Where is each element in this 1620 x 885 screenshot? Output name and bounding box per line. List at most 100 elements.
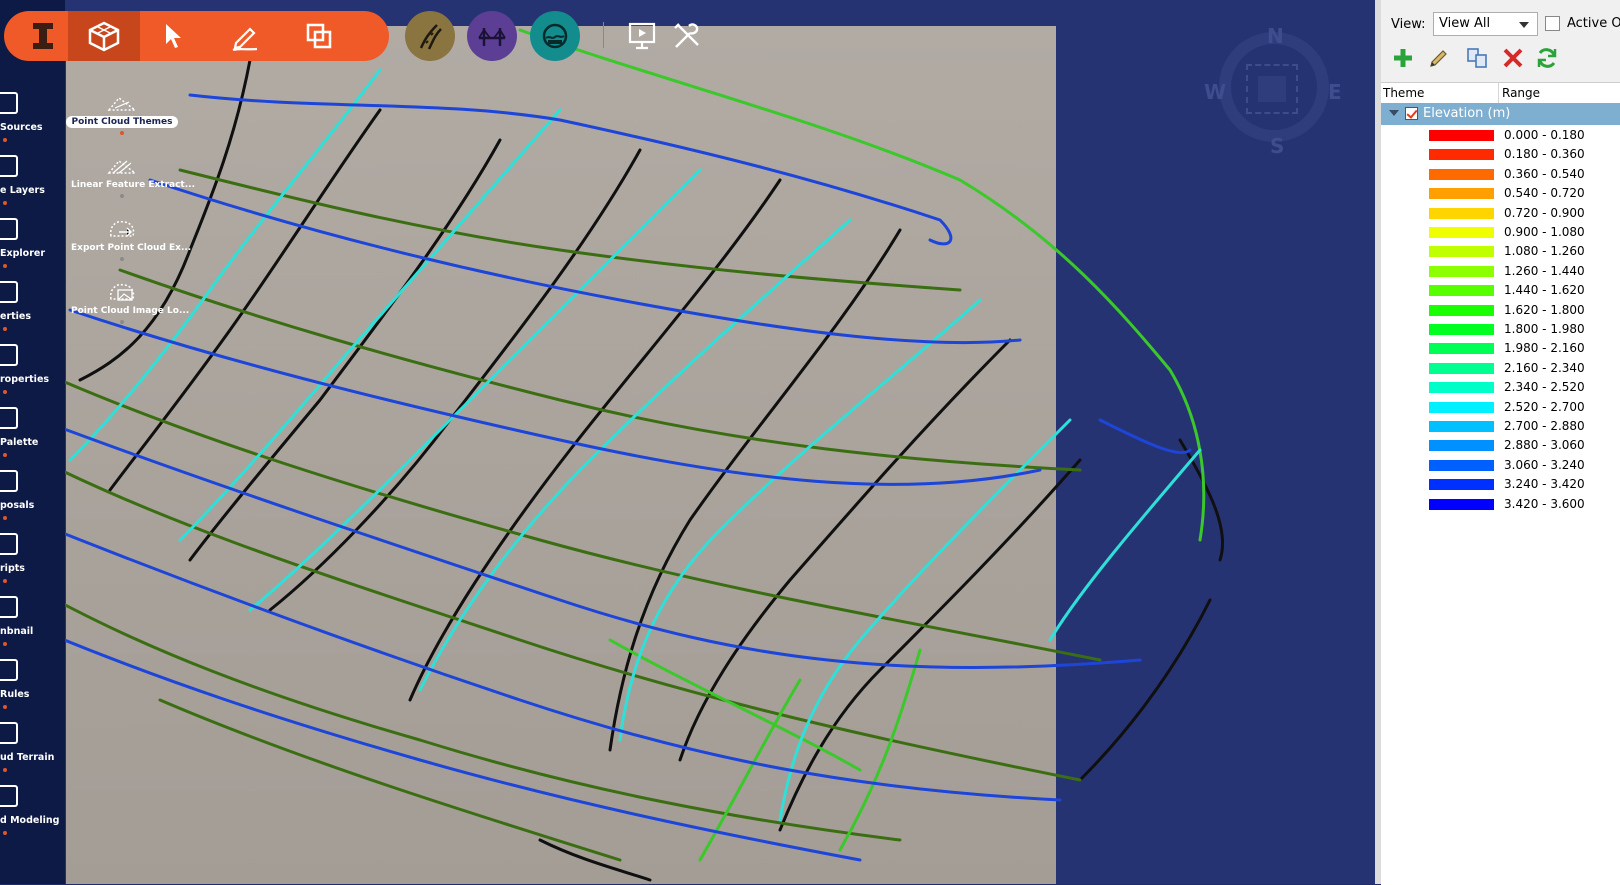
edit-theme-button[interactable]	[1425, 44, 1453, 72]
point-cloud-themes-icon	[107, 96, 138, 111]
plus-icon	[1394, 49, 1412, 67]
indicator-dot	[3, 831, 7, 835]
point-cloud-theme-panel: View: View All Active Onl Theme Range	[1375, 0, 1620, 885]
3d-viewport[interactable]: Sources e Layers Explorer erties roperti…	[0, 0, 1375, 884]
infraworks-logo-icon[interactable]	[18, 11, 68, 61]
legend-range-label: 3.060 - 3.240	[1504, 457, 1585, 472]
indicator-dot	[3, 264, 7, 268]
indicator-dot	[3, 516, 7, 520]
active-only-label: Active Onl	[1567, 16, 1620, 31]
legend-row[interactable]: 3.420 - 3.600	[1381, 495, 1620, 514]
legend-row[interactable]: 0.000 - 0.180	[1381, 126, 1620, 145]
legend-row[interactable]: 3.060 - 3.240	[1381, 456, 1620, 475]
presentation-icon[interactable]	[625, 18, 659, 54]
drainage-design-icon[interactable]	[530, 11, 580, 61]
tool-point-cloud-themes[interactable]: Point Cloud Themes	[66, 88, 178, 135]
thumbnail-icon	[0, 596, 18, 618]
bridge-design-icon[interactable]	[467, 11, 517, 61]
indicator-dot	[3, 768, 7, 772]
chevron-down-icon	[1519, 22, 1529, 28]
delete-x-icon	[1503, 48, 1523, 68]
elevation-theme-checkbox[interactable]	[1405, 107, 1418, 120]
tool-point-cloud-image-lo[interactable]: Point Cloud Image Lo...	[66, 277, 189, 324]
settings-tools-icon[interactable]	[670, 18, 704, 54]
legend-swatch	[1429, 285, 1494, 297]
copy-theme-button[interactable]	[1463, 44, 1491, 72]
legend-range-label: 1.260 - 1.440	[1504, 263, 1585, 278]
tool-export-point-cloud[interactable]: Export Point Cloud Ex...	[66, 214, 191, 261]
navigation-compass[interactable]: N S E W	[1204, 24, 1344, 158]
main-toolbar	[4, 11, 389, 61]
point-cloud-image-icon	[109, 283, 135, 301]
elevation-theme-row[interactable]: Elevation (m)	[1381, 103, 1620, 125]
indicator-dot	[3, 579, 7, 583]
legend-row[interactable]: 1.980 - 2.160	[1381, 339, 1620, 358]
pencil-icon	[1430, 50, 1447, 67]
legend-row[interactable]: 2.520 - 2.700	[1381, 398, 1620, 417]
add-theme-button[interactable]	[1389, 44, 1417, 72]
refresh-theme-button[interactable]	[1533, 44, 1561, 72]
model-cube-icon[interactable]	[68, 11, 140, 61]
legend-range-label: 0.900 - 1.080	[1504, 225, 1585, 239]
legend-range-label: 0.540 - 0.720	[1504, 186, 1585, 201]
legend-swatch	[1429, 265, 1494, 277]
legend-swatch	[1429, 459, 1494, 471]
legend-row[interactable]: 1.800 - 1.980	[1381, 320, 1620, 339]
legend-swatch	[1429, 479, 1494, 491]
select-arrow-icon[interactable]	[148, 11, 198, 61]
column-range[interactable]: Range	[1502, 86, 1540, 100]
view-select[interactable]: View All	[1433, 12, 1538, 36]
explorer-icon	[0, 218, 18, 240]
compass-west-label: W	[1204, 80, 1227, 104]
legend-row[interactable]: 1.440 - 1.620	[1381, 281, 1620, 300]
legend-swatch	[1429, 498, 1494, 510]
legend-range-label: 0.180 - 0.360	[1504, 147, 1585, 162]
theme-toolbar	[1381, 44, 1620, 74]
indicator-dot	[3, 138, 7, 142]
legend-row[interactable]: 1.080 - 1.260	[1381, 242, 1620, 261]
duplicate-layers-icon[interactable]	[294, 11, 344, 61]
legend-row[interactable]: 0.360 - 0.540	[1381, 165, 1620, 184]
collapse-triangle-icon[interactable]	[1389, 110, 1399, 116]
legend-swatch	[1429, 440, 1494, 452]
legend-row[interactable]: 0.720 - 0.900	[1381, 204, 1620, 223]
legend-range-label: 0.360 - 0.540	[1504, 166, 1585, 181]
legend-swatch	[1429, 227, 1494, 238]
legend-swatch	[1429, 207, 1494, 219]
legend-row[interactable]: 2.880 - 3.060	[1381, 436, 1620, 455]
sketch-pencil-icon[interactable]	[220, 11, 270, 61]
legend-range-label: 3.420 - 3.600	[1504, 496, 1585, 511]
compass-south-label: S	[1270, 134, 1285, 158]
column-theme[interactable]: Theme	[1383, 86, 1424, 100]
point-cloud-tracks	[18, 28, 1225, 882]
legend-range-label: 1.080 - 1.260	[1504, 244, 1585, 259]
legend-range-label: 1.980 - 2.160	[1504, 341, 1585, 356]
proposals-icon	[0, 470, 18, 492]
delete-theme-button[interactable]	[1499, 44, 1527, 72]
theme-table: Theme Range Elevation (m) 0.000 - 0.180 0…	[1381, 82, 1620, 885]
compass-east-label: E	[1328, 80, 1342, 104]
modeling-icon	[0, 785, 18, 807]
legend-row[interactable]: 1.620 - 1.800	[1381, 301, 1620, 320]
legend-row[interactable]: 1.260 - 1.440	[1381, 262, 1620, 281]
view-cube[interactable]	[1258, 76, 1286, 102]
legend-range-label: 1.620 - 1.800	[1504, 302, 1585, 317]
tool-linear-feature-extract[interactable]: Linear Feature Extract...	[66, 151, 195, 198]
style-properties-icon	[0, 344, 18, 366]
legend-range-label: 2.340 - 2.520	[1504, 380, 1585, 395]
legend-swatch	[1429, 304, 1494, 316]
road-design-icon[interactable]	[405, 11, 455, 61]
legend-range-label: 0.000 - 0.180	[1504, 128, 1585, 142]
legend-row[interactable]: 2.340 - 2.520	[1381, 378, 1620, 397]
legend-row[interactable]: 2.700 - 2.880	[1381, 417, 1620, 436]
indicator-dot	[3, 390, 7, 394]
legend-swatch	[1429, 188, 1494, 200]
legend-row[interactable]: 0.540 - 0.720	[1381, 184, 1620, 203]
legend-row[interactable]: 0.900 - 1.080	[1381, 223, 1620, 242]
legend-swatch	[1429, 149, 1494, 161]
legend-row[interactable]: 2.160 - 2.340	[1381, 359, 1620, 378]
legend-range-label: 3.240 - 3.420	[1504, 477, 1585, 492]
legend-row[interactable]: 3.240 - 3.420	[1381, 475, 1620, 494]
legend-row[interactable]: 0.180 - 0.360	[1381, 145, 1620, 164]
active-only-checkbox[interactable]	[1545, 16, 1560, 31]
